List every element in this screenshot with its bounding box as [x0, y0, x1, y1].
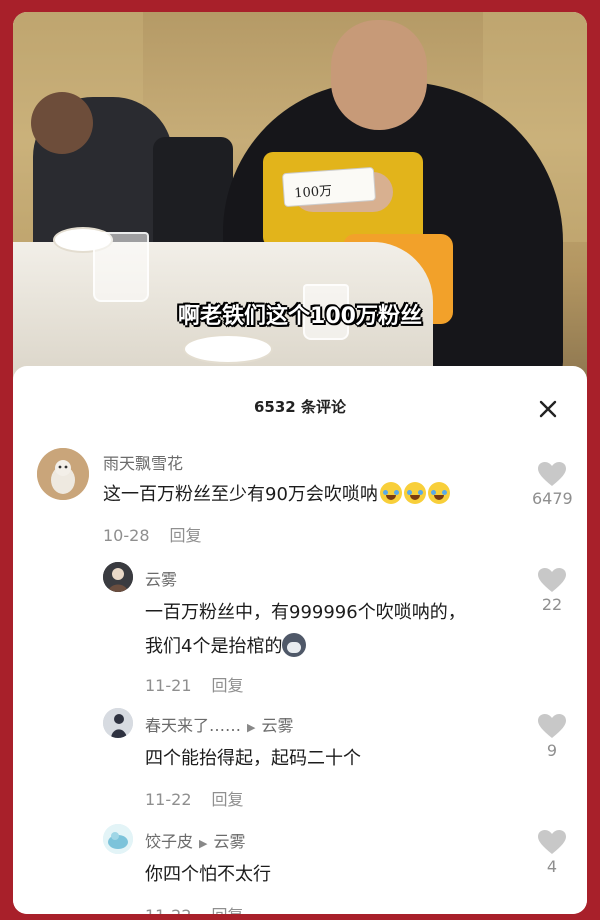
comment-text-line-wrap: 我们4个是抬棺的	[145, 630, 466, 664]
user-avatar-icon[interactable]	[103, 562, 133, 592]
heart-icon	[538, 714, 566, 738]
comment-text-line: 我们4个是抬棺的	[145, 636, 283, 657]
like-count: 9	[546, 741, 558, 760]
sign-card: 100万	[281, 166, 377, 208]
laugh-cry-emoji-icon	[427, 482, 450, 504]
streamer-head	[331, 20, 427, 130]
heart-icon	[538, 830, 566, 854]
comment-meta: 11-21 回复	[145, 672, 244, 696]
user-avatar-icon[interactable]	[103, 824, 133, 854]
glass	[93, 232, 149, 302]
comment-text: 一百万粉丝中，有999996个吹唢呐的， 我们4个是抬棺的	[145, 596, 466, 664]
doge-emoji-icon	[282, 633, 307, 657]
heart-icon	[538, 568, 566, 592]
reply-target-name[interactable]: 云雾	[261, 716, 293, 735]
video-player[interactable]: 100万 啊老铁们这个100万粉丝	[13, 12, 587, 382]
reply-target-name[interactable]: 云雾	[213, 832, 245, 851]
comment-author[interactable]: 云雾	[145, 566, 177, 590]
comment-date: 11-21	[145, 676, 192, 695]
reply-button[interactable]: 回复	[212, 790, 244, 809]
like-button[interactable]: 22	[532, 568, 572, 614]
reply-author-name[interactable]: 春天来了……	[145, 716, 241, 735]
reply-author-name[interactable]: 饺子皮	[145, 832, 193, 851]
reply-item: 春天来了…… ▶ 云雾 四个能抬得起，起码二十个 11-22 回复 9	[13, 702, 587, 812]
comment-meta: 10-28 回复	[103, 522, 202, 546]
comment-text: 这一百万粉丝至少有90万会吹唢呐	[103, 478, 450, 512]
cat-avatar-icon[interactable]	[37, 448, 89, 500]
like-count: 6479	[532, 489, 573, 508]
comment-count-title: 6532 条评论	[254, 398, 346, 416]
close-icon[interactable]	[535, 396, 561, 422]
comment-text: 你四个怕不太行	[145, 864, 271, 885]
reply-arrow-icon: ▶	[247, 721, 256, 734]
video-subtitle: 啊老铁们这个100万粉丝	[178, 304, 422, 329]
laugh-cry-emoji-icon	[379, 482, 402, 504]
like-button[interactable]: 4	[532, 830, 572, 876]
like-count: 22	[541, 595, 563, 614]
user-avatar-icon[interactable]	[103, 708, 133, 738]
reply-button[interactable]: 回复	[212, 676, 244, 695]
like-button[interactable]: 6479	[532, 462, 573, 508]
comment-author: 春天来了…… ▶ 云雾	[145, 712, 294, 736]
reply-arrow-icon: ▶	[199, 837, 208, 850]
comment-meta: 11-22 回复	[145, 786, 244, 810]
like-button[interactable]: 9	[532, 714, 572, 760]
comment-text-line: 一百万粉丝中，有999996个吹唢呐的，	[145, 602, 466, 623]
comment-item: 雨天飘雪花 这一百万粉丝至少有90万会吹唢呐 10-28 回复 6479	[13, 438, 587, 548]
comment-text: 四个能抬得起，起码二十个	[145, 748, 361, 769]
heart-icon	[538, 462, 566, 486]
reply-item: 云雾 一百万粉丝中，有999996个吹唢呐的， 我们4个是抬棺的 11-21 回复…	[13, 556, 587, 696]
laugh-cry-emoji-icon	[403, 482, 426, 504]
comment-author: 饺子皮 ▶ 云雾	[145, 828, 246, 852]
comment-text-body: 这一百万粉丝至少有90万会吹唢呐	[103, 484, 378, 505]
reply-item: 饺子皮 ▶ 云雾 你四个怕不太行 11-22 回复 4	[13, 818, 587, 914]
comment-author[interactable]: 雨天飘雪花	[103, 450, 183, 474]
reply-button[interactable]: 回复	[212, 906, 244, 914]
background-person-head	[31, 92, 93, 154]
like-count: 4	[546, 857, 558, 876]
comment-date: 11-22	[145, 790, 192, 809]
comment-date: 11-22	[145, 906, 192, 914]
comment-sheet: 6532 条评论 雨天飘雪花 这一百万粉丝至少有90万会吹唢呐 10-28 回复	[13, 366, 587, 914]
comment-date: 10-28	[103, 526, 150, 545]
screenshot-frame: 100万 啊老铁们这个100万粉丝 6532 条评论 雨天飘雪花 这一百万粉丝至…	[13, 12, 587, 914]
reply-button[interactable]: 回复	[170, 526, 202, 545]
plate	[183, 334, 273, 364]
comment-meta: 11-22 回复	[145, 902, 244, 914]
